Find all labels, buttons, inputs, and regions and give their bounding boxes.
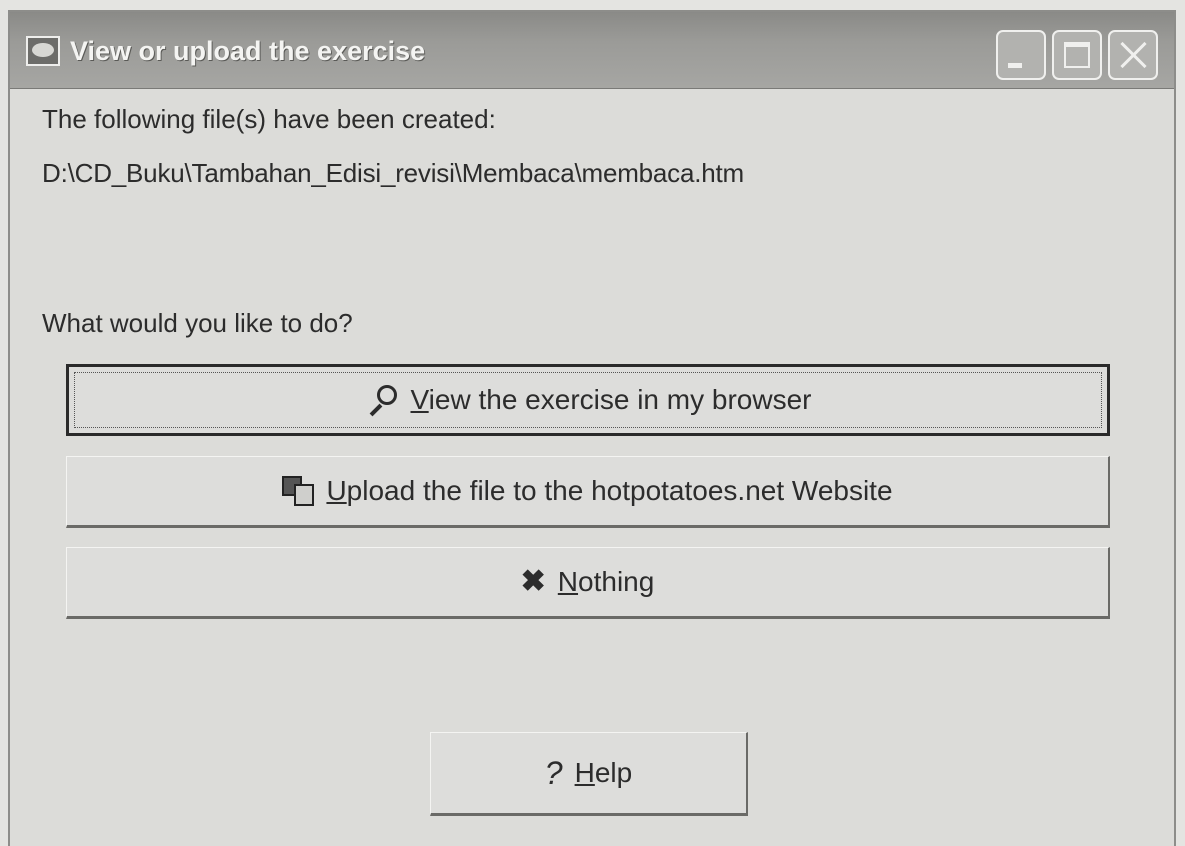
created-label: The following file(s) have been created: xyxy=(42,104,496,134)
close-button[interactable] xyxy=(1108,30,1158,80)
question-label: What would you like to do? xyxy=(42,308,353,338)
magnifier-icon xyxy=(365,383,399,417)
help-label: Help xyxy=(574,757,633,788)
nothing-button[interactable]: ✖ Nothing xyxy=(66,547,1110,619)
window-title: View or upload the exercise xyxy=(70,36,426,66)
minimize-button[interactable] xyxy=(996,30,1046,80)
upload-icon xyxy=(282,476,315,506)
file-path: D:\CD_Buku\Tambahan_Edisi_revisi\Membaca… xyxy=(42,158,745,188)
x-icon: ✖ xyxy=(520,565,546,598)
view-exercise-button[interactable]: View the exercise in my browser xyxy=(66,364,1110,436)
title-bar[interactable]: View or upload the exercise xyxy=(10,12,1174,89)
view-exercise-label: View the exercise in my browser xyxy=(410,384,812,415)
maximize-button[interactable] xyxy=(1052,30,1102,80)
nothing-label: Nothing xyxy=(557,566,655,597)
question-icon: ? xyxy=(544,755,563,791)
help-button[interactable]: ? Help xyxy=(430,732,748,816)
app-icon[interactable] xyxy=(26,36,60,66)
upload-file-label: Upload the file to the hotpotatoes.net W… xyxy=(326,475,893,506)
upload-file-button[interactable]: Upload the file to the hotpotatoes.net W… xyxy=(66,456,1110,528)
